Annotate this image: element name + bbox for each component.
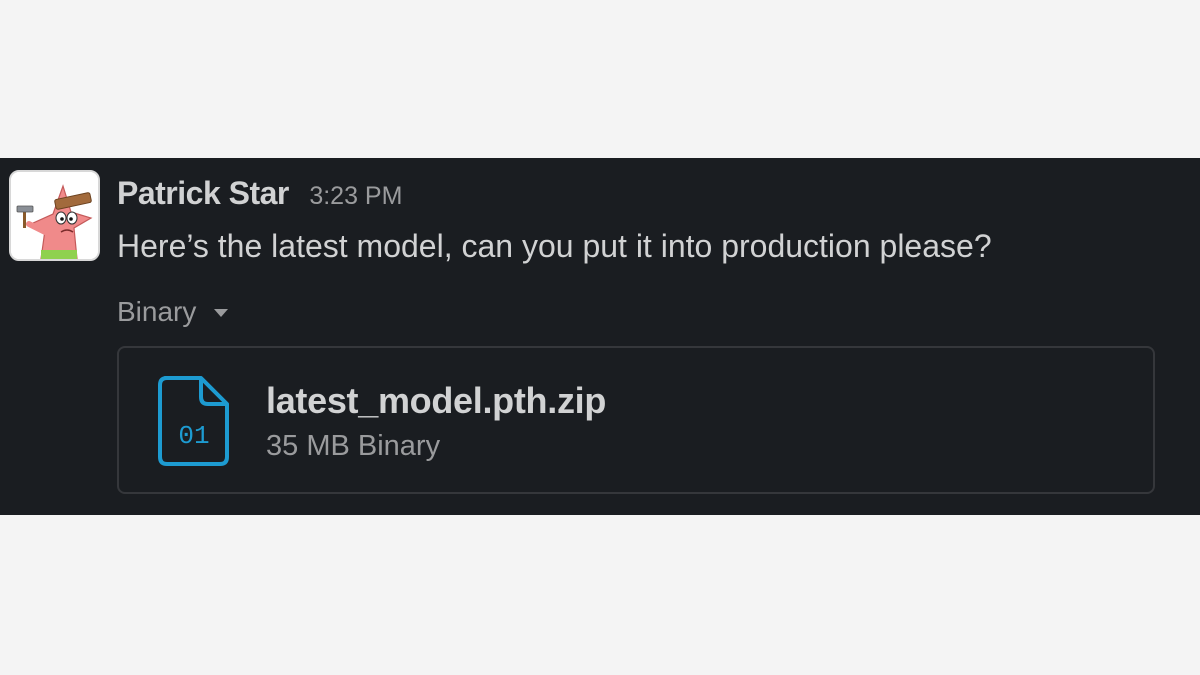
message-panel: Patrick Star 3:23 PM Here’s the latest m…: [0, 158, 1200, 515]
avatar[interactable]: [9, 170, 100, 261]
patrick-star-avatar-icon: [11, 172, 98, 259]
file-name[interactable]: latest_model.pth.zip: [266, 380, 606, 422]
attachment-section-toggle[interactable]: Binary: [117, 296, 229, 328]
caret-down-icon: [214, 309, 229, 317]
attachment-section-label: Binary: [117, 296, 197, 327]
message-text: Here’s the latest model, can you put it …: [117, 228, 992, 264]
file-icon-glyph: 01: [178, 421, 209, 451]
sender-name[interactable]: Patrick Star: [117, 175, 289, 211]
file-attachment-card[interactable]: 01 latest_model.pth.zip 35 MB Binary: [117, 346, 1155, 494]
message-header: Patrick Star 3:23 PM: [117, 175, 402, 212]
binary-file-icon: 01: [158, 376, 229, 466]
message-timestamp[interactable]: 3:23 PM: [309, 182, 402, 210]
file-meta: 35 MB Binary: [266, 430, 441, 462]
